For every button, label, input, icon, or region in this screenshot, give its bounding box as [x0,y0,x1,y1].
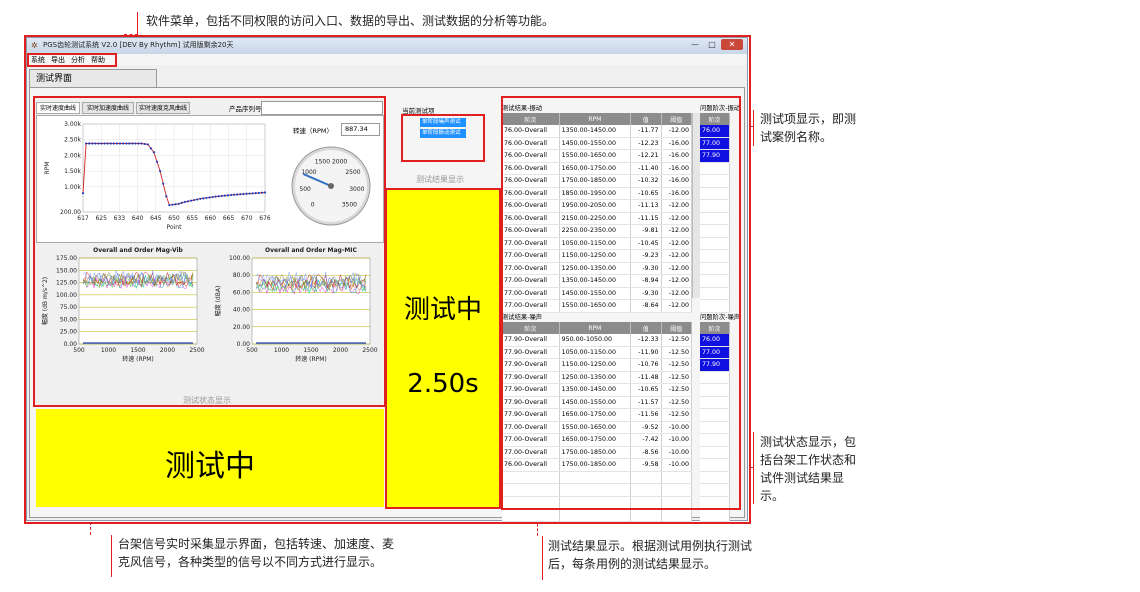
annotation-text: 后，每条用例的测试结果显示。 [548,557,717,571]
annotation-line [542,536,543,580]
annotation-text: 测试结果显示。根据测试用例执行测试 [548,539,753,553]
annotation-line [753,432,754,504]
annotation-case-name: 测试项显示，即测 试案例名称。 [760,110,856,146]
annotation-result: 测试结果显示。根据测试用例执行测试 后，每条用例的测试结果显示。 [548,537,752,573]
annotation-text: 试件测试结果显 [760,471,845,485]
annotation-text: 台架信号实时采集显示界面，包括转速、加速度、麦 [118,537,395,551]
window-highlight [24,35,751,524]
annotation-signal: 台架信号实时采集显示界面，包括转速、加速度、麦 克风信号，各种类型的信号以不同方… [118,535,394,571]
annotation-text: 括台架工作状态和 [760,453,857,467]
annotation-line [753,110,754,146]
annotation-menu: 软件菜单，包括不同权限的访问入口、数据的导出、测试数据的分析等功能。 [146,14,555,28]
annotation-line [111,535,112,577]
annotation-text: 试案例名称。 [760,130,833,144]
annotation-status: 测试状态显示，包 括台架工作状态和 试件测试结果显 示。 [760,433,856,505]
annotation-text: 测试状态显示，包 [760,435,857,449]
annotation-text: 测试项显示，即测 [760,112,857,126]
annotation-text: 克风信号，各种类型的信号以不同方式进行显示。 [118,555,383,569]
annotation-line [137,12,138,34]
annotation-text: 示。 [760,489,785,503]
